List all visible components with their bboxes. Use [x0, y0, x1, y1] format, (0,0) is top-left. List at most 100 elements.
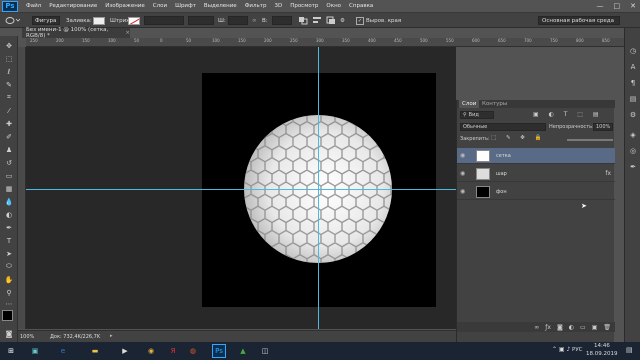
visibility-eye-icon[interactable]: ◉	[460, 152, 470, 159]
hand-tool-icon[interactable]: ✋	[3, 274, 15, 285]
link-layers-icon[interactable]: ∞	[534, 324, 539, 331]
tray-icons[interactable]: ⌃ ▣ ♪	[552, 346, 570, 353]
layer-filter-select[interactable]: ⚲ Вид	[460, 111, 494, 119]
menu-view[interactable]: Просмотр	[290, 3, 318, 9]
menu-edit[interactable]: Редактирование	[49, 3, 97, 9]
tab-contours[interactable]: Контуры	[479, 100, 510, 108]
width-input[interactable]	[228, 16, 248, 25]
opacity-input[interactable]: 100%	[593, 123, 613, 131]
photoshop-taskbar-icon[interactable]: Ps	[212, 344, 226, 358]
status-arrow-icon[interactable]: ▸	[110, 333, 113, 339]
menu-window[interactable]: Окно	[326, 3, 341, 9]
folder-icon[interactable]: ▬	[88, 344, 102, 358]
eyedropper-tool-icon[interactable]: ⁄	[3, 105, 15, 116]
maximize-button[interactable]: □	[614, 2, 621, 10]
document-tab[interactable]: Без имени-1 @ 100% (сетка, RGB/8) * ×	[22, 27, 130, 39]
tool-preset-icon[interactable]	[4, 16, 20, 25]
menu-image[interactable]: Изображение	[105, 3, 145, 9]
clock-date[interactable]: 18.09.2019	[586, 351, 618, 357]
explorer-icon[interactable]: ▣	[28, 344, 42, 358]
layers-panel-icon[interactable]: ◈	[628, 130, 638, 140]
paths-panel-icon[interactable]: ✒	[628, 162, 638, 172]
pen-tool-icon[interactable]: ✒	[3, 222, 15, 233]
clock-time[interactable]: 14:46	[594, 343, 610, 349]
ie-icon[interactable]: e	[56, 344, 70, 358]
stroke-swatch[interactable]	[128, 16, 140, 25]
workspace-select[interactable]: Основная рабочая среда	[538, 16, 620, 25]
menu-file[interactable]: Файл	[26, 3, 41, 9]
zoom-level[interactable]: 100%	[20, 334, 34, 340]
type-tool-icon[interactable]: T	[3, 235, 15, 246]
yandex-icon[interactable]: Я	[166, 344, 180, 358]
media-player-icon[interactable]: ▶	[118, 344, 132, 358]
layer-row-ball[interactable]: ◉ шар fx	[457, 166, 615, 182]
chrome-icon[interactable]: ◉	[144, 344, 158, 358]
visibility-eye-icon[interactable]: ◉	[460, 170, 470, 177]
layer-row-background[interactable]: ◉ фон	[457, 184, 615, 200]
menu-3d[interactable]: 3D	[274, 3, 282, 9]
lock-icons[interactable]: ⬚ ✎ ✥ 🔒	[491, 135, 546, 141]
marquee-tool-icon[interactable]: ⬚	[3, 53, 15, 64]
height-input[interactable]	[272, 16, 292, 25]
document-canvas[interactable]	[202, 73, 436, 307]
adjustment-layer-icon[interactable]: ◐	[569, 324, 574, 331]
paragraph-panel-icon[interactable]: ¶	[628, 78, 638, 88]
visibility-eye-icon[interactable]: ◉	[460, 188, 470, 195]
adjustments-panel-icon[interactable]: ⚙	[628, 110, 638, 120]
tab-layers[interactable]: Слои	[459, 100, 480, 108]
add-style-icon[interactable]: ƒx	[545, 324, 551, 331]
path-arrangement-icon[interactable]	[326, 16, 336, 25]
zoom-tool-icon[interactable]: ⚲	[3, 287, 15, 298]
add-mask-icon[interactable]: ◙	[557, 324, 563, 331]
delete-layer-icon[interactable]: 🗑	[603, 324, 611, 331]
clone-stamp-tool-icon[interactable]: ♟	[3, 144, 15, 155]
new-layer-icon[interactable]: ▣	[592, 324, 598, 331]
properties-panel-icon[interactable]: ▤	[628, 94, 638, 104]
gear-icon[interactable]: ⚙	[340, 16, 345, 25]
more-tools-icon[interactable]: ⋯	[3, 298, 15, 309]
align-edges-checkbox[interactable]: ✓ Выров. края	[356, 16, 401, 25]
fill-slider[interactable]	[567, 139, 613, 141]
camtasia-icon[interactable]: ▲	[236, 344, 250, 358]
menu-type[interactable]: Шрифт	[175, 3, 196, 9]
language-indicator[interactable]: РУС	[572, 347, 583, 353]
menu-help[interactable]: Справка	[349, 3, 373, 9]
path-operations-icon[interactable]	[298, 16, 308, 25]
history-brush-tool-icon[interactable]: ↺	[3, 157, 15, 168]
ellipse-tool-icon[interactable]: ⬭	[3, 261, 15, 272]
lasso-tool-icon[interactable]: ℓ	[3, 66, 15, 77]
shape-mode-select[interactable]: Фигура	[32, 16, 60, 25]
filter-icons[interactable]: ▣ ◐ T ⬚ ▤	[533, 111, 603, 118]
foreground-color-swatch[interactable]	[2, 310, 13, 321]
eraser-tool-icon[interactable]: ▭	[3, 170, 15, 181]
dodge-tool-icon[interactable]: ◐	[3, 209, 15, 220]
gradient-tool-icon[interactable]: ▦	[3, 183, 15, 194]
move-tool-icon[interactable]: ✥	[3, 40, 15, 51]
quick-mask-icon[interactable]: ◙	[3, 328, 15, 339]
brush-tool-icon[interactable]: ✐	[3, 131, 15, 142]
minimize-button[interactable]: —	[597, 2, 604, 10]
stroke-type-select[interactable]	[188, 16, 214, 25]
path-selection-tool-icon[interactable]: ➤	[3, 248, 15, 259]
stroke-width-input[interactable]	[144, 16, 184, 25]
menu-select[interactable]: Выделение	[204, 3, 237, 9]
quick-select-tool-icon[interactable]: ✎	[3, 79, 15, 90]
notification-icon[interactable]: ▤	[626, 346, 633, 354]
link-icon[interactable]: ∞	[252, 16, 257, 25]
windows-start-icon[interactable]: ⊞	[4, 344, 18, 358]
fill-swatch[interactable]	[93, 16, 105, 25]
healing-brush-tool-icon[interactable]: ✚	[3, 118, 15, 129]
path-alignment-icon[interactable]	[312, 16, 322, 25]
crop-tool-icon[interactable]: ⌗	[3, 92, 15, 103]
menu-layers[interactable]: Слои	[153, 3, 167, 9]
vertical-guide[interactable]	[318, 47, 319, 329]
close-button[interactable]: ✕	[630, 2, 636, 10]
app-icon[interactable]: ◫	[258, 344, 272, 358]
layer-row-grid[interactable]: ◉ сетка	[457, 148, 615, 164]
channels-panel-icon[interactable]: ◎	[628, 146, 638, 156]
blend-mode-select[interactable]: Обычные	[460, 123, 546, 131]
document-workspace[interactable]	[26, 47, 456, 329]
new-group-icon[interactable]: ▭	[580, 324, 586, 331]
menu-filter[interactable]: Фильтр	[245, 3, 267, 9]
blur-tool-icon[interactable]: 💧	[3, 196, 15, 207]
